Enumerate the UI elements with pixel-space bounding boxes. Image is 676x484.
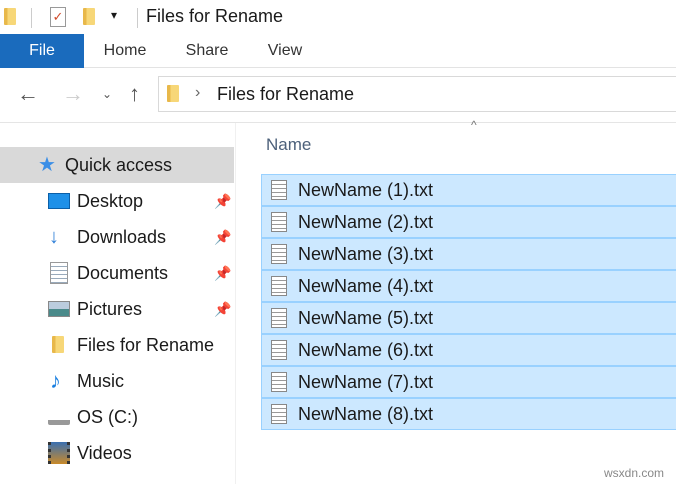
tab-view[interactable]: View <box>259 34 311 68</box>
file-row[interactable]: NewName (1).txt <box>261 174 676 206</box>
sidebar-item-label: Desktop <box>77 183 143 219</box>
file-row[interactable]: NewName (4).txt <box>261 270 676 302</box>
folder-icon <box>167 85 179 102</box>
address-bar[interactable]: › Files for Rename <box>158 76 676 112</box>
pin-icon[interactable]: 📌 <box>214 255 231 291</box>
properties-icon[interactable]: ✓ <box>50 7 66 27</box>
text-file-icon <box>271 372 287 392</box>
file-name: NewName (6).txt <box>298 335 433 365</box>
file-name: NewName (8).txt <box>298 399 433 429</box>
sidebar-item-downloads[interactable]: ↓ Downloads 📌 <box>0 219 234 255</box>
customize-toolbar-icon[interactable]: ▾ <box>111 8 117 22</box>
text-file-icon <box>271 180 287 200</box>
separator <box>31 8 32 28</box>
sidebar-item-desktop[interactable]: Desktop 📌 <box>0 183 234 219</box>
navigation-pane: ★ Quick access Desktop 📌 ↓ Downloads 📌 D… <box>0 123 236 484</box>
file-row[interactable]: NewName (5).txt <box>261 302 676 334</box>
text-file-icon <box>271 276 287 296</box>
recent-locations-button[interactable]: ⌄ <box>102 76 112 112</box>
sidebar-item-label: Pictures <box>77 291 142 327</box>
pin-icon[interactable]: 📌 <box>214 291 231 327</box>
sidebar-item-documents[interactable]: Documents 📌 <box>0 255 234 291</box>
sidebar-item-label: Downloads <box>77 219 166 255</box>
desktop-icon <box>48 193 70 209</box>
text-file-icon <box>271 404 287 424</box>
new-folder-icon[interactable] <box>83 8 95 25</box>
sidebar-item-pictures[interactable]: Pictures 📌 <box>0 291 234 327</box>
breadcrumb-folder[interactable]: Files for Rename <box>217 84 354 105</box>
sidebar-item-label: Documents <box>77 255 168 291</box>
videos-icon <box>48 442 70 464</box>
file-name: NewName (7).txt <box>298 367 433 397</box>
file-name: NewName (4).txt <box>298 271 433 301</box>
drive-icon <box>48 415 70 425</box>
column-header-name[interactable]: Name <box>266 135 311 155</box>
documents-icon <box>50 262 68 284</box>
pin-icon[interactable]: 📌 <box>214 219 231 255</box>
breadcrumb-chevron-icon: › <box>195 84 200 102</box>
title-bar: ✓ ▾ Files for Rename <box>0 0 676 34</box>
separator <box>137 8 138 28</box>
sidebar-item-label: OS (C:) <box>77 399 138 435</box>
tab-file[interactable]: File <box>0 34 84 68</box>
back-button[interactable]: ← <box>17 76 39 112</box>
text-file-icon <box>271 340 287 360</box>
up-button[interactable]: ↑ <box>129 76 140 112</box>
sidebar-item-label: Music <box>77 363 124 399</box>
music-note-icon: ♪ <box>50 363 61 399</box>
sidebar-item-label: Videos <box>77 435 132 471</box>
sidebar-item-music[interactable]: ♪ Music <box>0 363 234 399</box>
file-name: NewName (5).txt <box>298 303 433 333</box>
sidebar-item-videos[interactable]: Videos <box>0 435 234 471</box>
forward-button[interactable]: → <box>62 76 84 112</box>
sort-ascending-icon: ^ <box>471 118 477 132</box>
file-row[interactable]: NewName (3).txt <box>261 238 676 270</box>
sidebar-item-label: Files for Rename <box>77 327 214 363</box>
file-row[interactable]: NewName (7).txt <box>261 366 676 398</box>
file-name: NewName (2).txt <box>298 207 433 237</box>
text-file-icon <box>271 308 287 328</box>
folder-icon <box>4 8 16 25</box>
text-file-icon <box>271 212 287 232</box>
sidebar-item-quick-access[interactable]: ★ Quick access <box>0 147 234 183</box>
folder-icon <box>52 336 64 353</box>
text-file-icon <box>271 244 287 264</box>
sidebar-item-label: Quick access <box>65 147 172 183</box>
sidebar-item-files-for-rename[interactable]: Files for Rename <box>0 327 234 363</box>
star-icon: ★ <box>38 147 56 183</box>
file-name: NewName (1).txt <box>298 175 433 205</box>
file-row[interactable]: NewName (2).txt <box>261 206 676 238</box>
tab-share[interactable]: Share <box>178 34 236 68</box>
window-title: Files for Rename <box>146 6 283 27</box>
file-row[interactable]: NewName (6).txt <box>261 334 676 366</box>
sidebar-item-os-drive[interactable]: OS (C:) <box>0 399 234 435</box>
pictures-icon <box>48 301 70 317</box>
tab-home[interactable]: Home <box>95 34 155 68</box>
watermark: wsxdn.com <box>604 466 664 480</box>
ribbon: File Home Share View <box>0 34 676 68</box>
file-name: NewName (3).txt <box>298 239 433 269</box>
file-row[interactable]: NewName (8).txt <box>261 398 676 430</box>
pin-icon[interactable]: 📌 <box>214 183 231 219</box>
download-arrow-icon: ↓ <box>49 219 59 255</box>
